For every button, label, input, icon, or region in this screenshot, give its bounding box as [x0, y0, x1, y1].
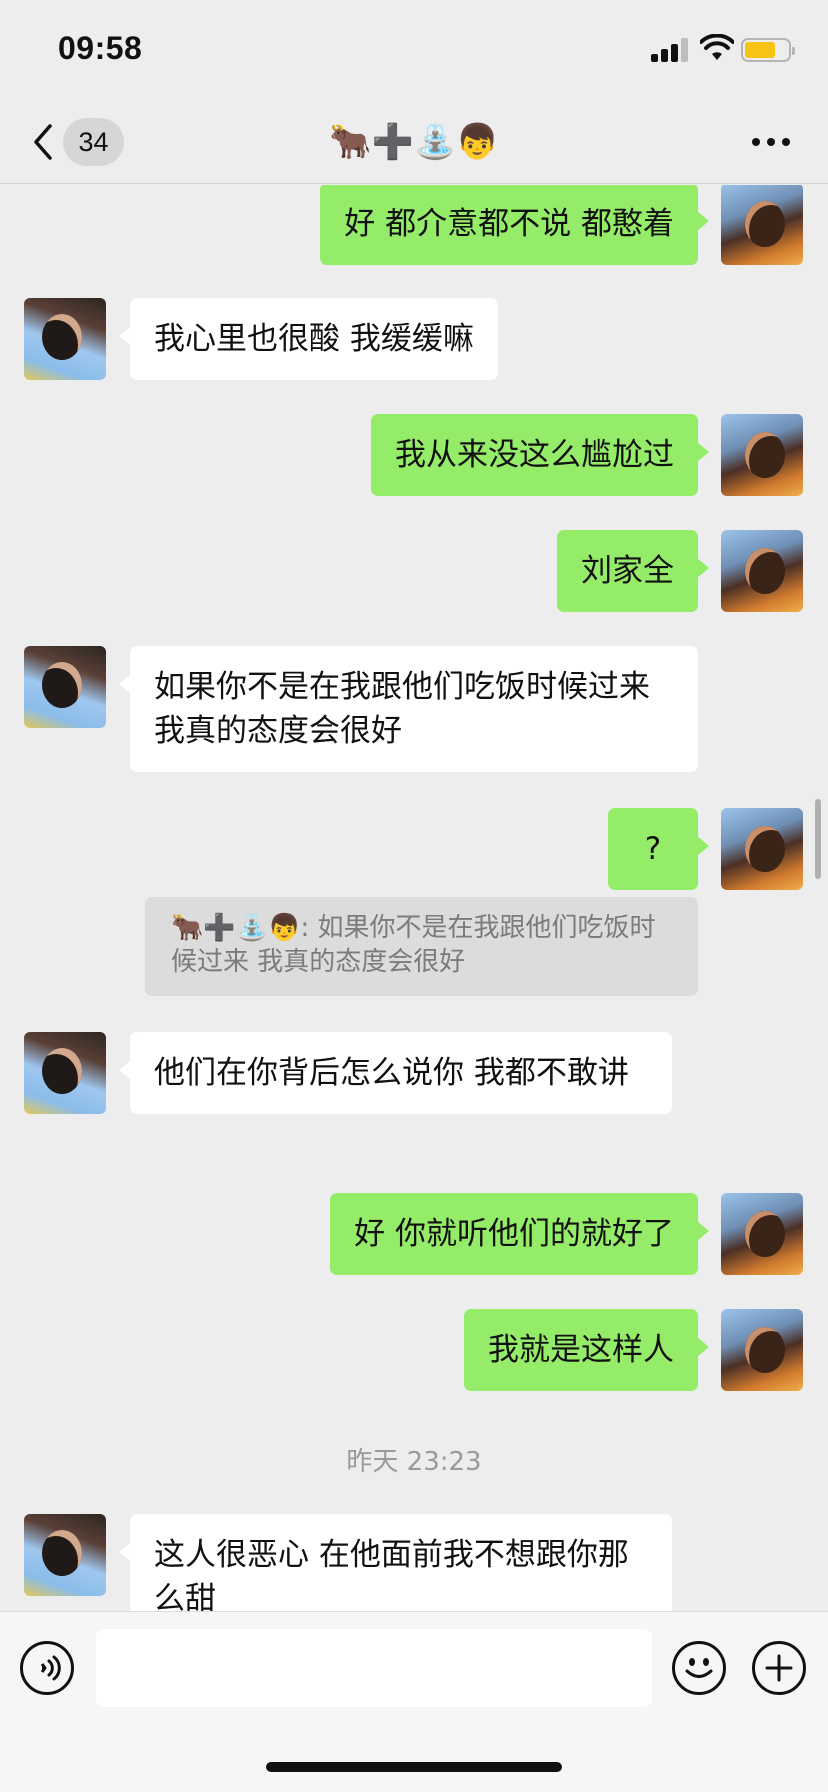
my-message-bubble[interactable]: 我就是这样人 [464, 1309, 709, 1391]
status-time: 09:58 [58, 30, 143, 66]
my-message-bubble[interactable]: 好 都介意都不说 都憨着 [320, 185, 709, 265]
my-avatar[interactable] [721, 414, 803, 496]
my-avatar[interactable] [721, 1309, 803, 1391]
quoted-message[interactable]: 🐂➕⛲👦: 如果你不是在我跟他们吃饭时候过来 我真的态度会很好 [145, 897, 698, 996]
contact-message-bubble[interactable]: 他们在你背后怎么说你 我都不敢讲 [119, 1032, 672, 1114]
contact-message-bubble[interactable]: 这人很恶心 在他面前我不想跟你那么甜 [119, 1514, 672, 1611]
contact-avatar[interactable] [24, 1514, 106, 1596]
scroll-indicator[interactable] [815, 799, 821, 879]
my-message-bubble[interactable]: 刘家全 [557, 530, 709, 612]
contact-message-bubble[interactable]: 如果你不是在我跟他们吃饭时候过来 我真的态度会很好 [119, 646, 698, 772]
my-message-bubble[interactable]: ? [608, 808, 709, 890]
message-list[interactable]: 好 都介意都不说 都憨着 我心里也很酸 我缓缓嘛 我从来没这么尴尬过 刘家全 如… [0, 185, 828, 1611]
chat-header: 34 🐂➕⛲👦 [0, 100, 828, 184]
home-indicator [266, 1762, 562, 1772]
quoted-sender-name: 🐂➕⛲👦 [171, 913, 301, 943]
contact-avatar[interactable] [24, 1032, 106, 1114]
signal-icon [651, 38, 689, 62]
my-message-bubble[interactable]: 好 你就听他们的就好了 [330, 1193, 709, 1275]
contact-avatar[interactable] [24, 646, 106, 728]
message-input[interactable] [96, 1629, 652, 1707]
my-message-bubble[interactable]: 我从来没这么尴尬过 [371, 414, 709, 496]
voice-icon[interactable] [20, 1641, 74, 1695]
my-avatar[interactable] [721, 530, 803, 612]
my-avatar[interactable] [721, 808, 803, 890]
contact-message-bubble[interactable]: 我心里也很酸 我缓缓嘛 [119, 298, 498, 380]
status-bar: 09:58 [0, 0, 828, 100]
message-timestamp: 昨天 23:23 [346, 1447, 482, 1477]
chat-title: 🐂➕⛲👦 [329, 122, 499, 162]
contact-avatar[interactable] [24, 298, 106, 380]
plus-icon[interactable] [752, 1641, 806, 1695]
wifi-icon [700, 34, 734, 60]
my-avatar[interactable] [721, 185, 803, 265]
my-avatar[interactable] [721, 1193, 803, 1275]
quoted-separator: : [300, 913, 310, 943]
more-dots-icon[interactable] [752, 138, 792, 148]
emoji-icon[interactable] [672, 1641, 726, 1695]
battery-icon [741, 38, 795, 62]
